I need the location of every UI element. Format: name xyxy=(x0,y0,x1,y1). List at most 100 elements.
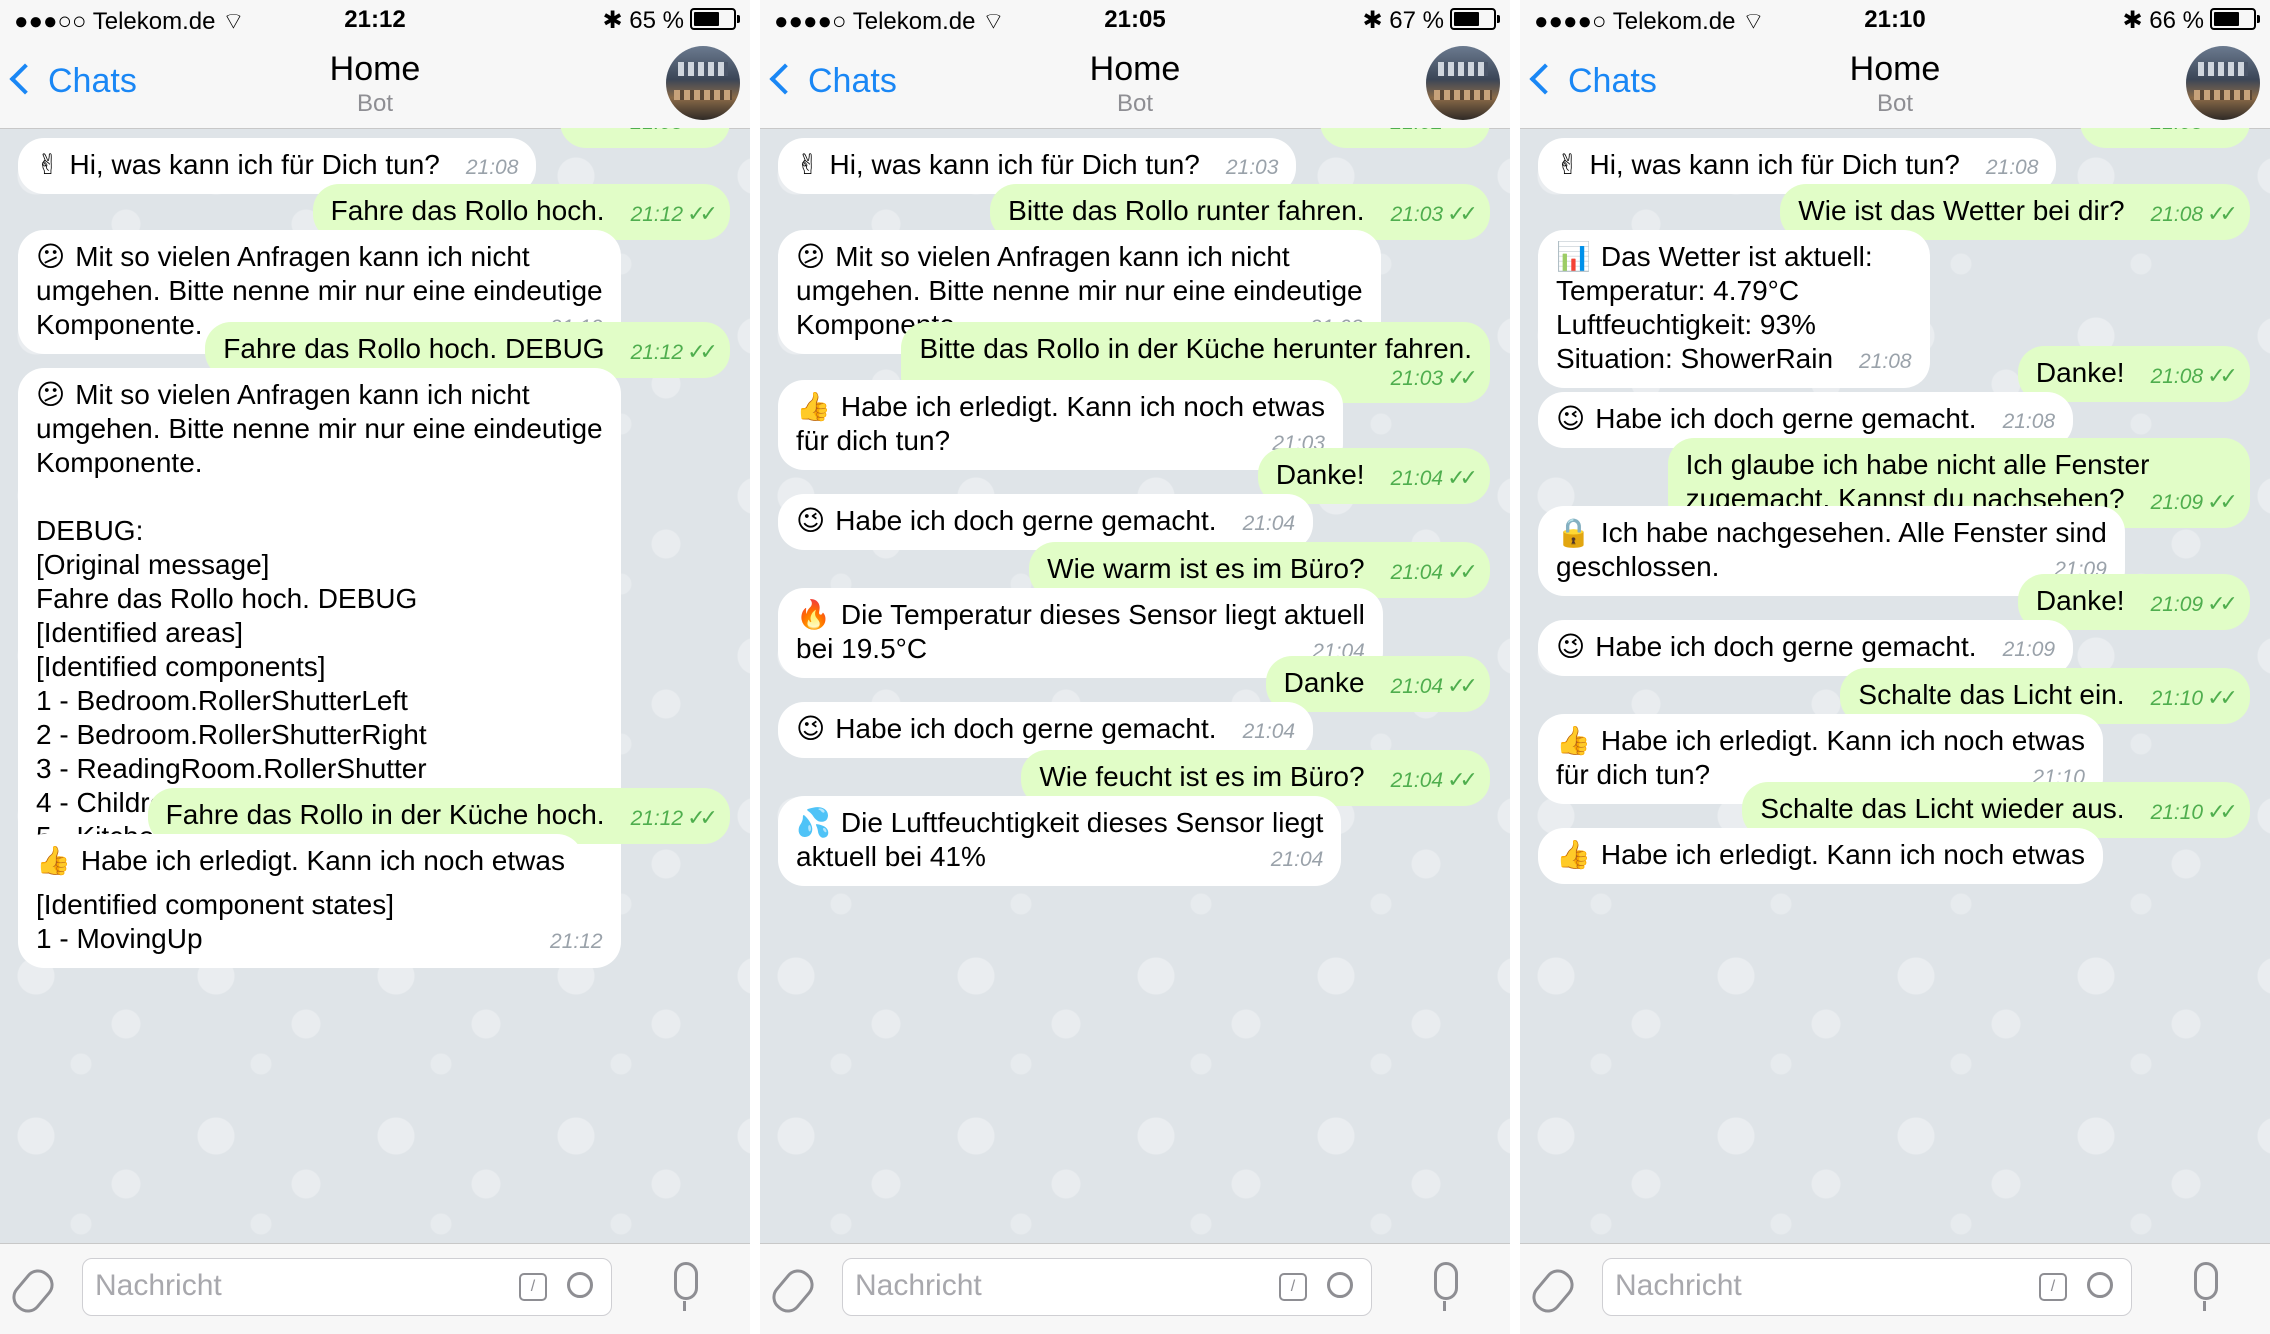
timestamp-text: 21:08 xyxy=(2150,203,2204,226)
attach-paperclip-icon[interactable] xyxy=(766,1263,820,1319)
message-input[interactable]: Nachricht / xyxy=(1602,1258,2132,1316)
message-text: Wie warm ist es im Büro? xyxy=(1047,553,1365,584)
message-timestamp: 21:08 xyxy=(1986,156,2039,180)
bot-avatar[interactable] xyxy=(2186,46,2260,120)
timestamp-text: 21:04 xyxy=(1242,512,1296,535)
chat-screen-3: 21:10 ●●●●○ Telekom.de ⌔ ✱ 66 % Chats Home Bo… xyxy=(1520,0,2270,1334)
message-list[interactable]: Hi21:02✓✓ ✌ Hi, was kann ich für Dich tun?… xyxy=(760,128,1510,1244)
timestamp-text: 21:09 xyxy=(2002,638,2056,661)
sticker-icon[interactable] xyxy=(2087,1272,2113,1298)
timestamp-text: 21:04 xyxy=(1390,561,1444,584)
chat-screen-1: 21:12 ●●●○○ Telekom.de ⌔ ✱ 65 % Chats Home Bo… xyxy=(0,0,750,1334)
message-text: Habe ich doch gerne gemacht. xyxy=(835,505,1217,536)
read-checkmarks-icon: ✓✓ xyxy=(2207,591,2238,616)
message-emoji: 🔒 xyxy=(1556,516,1591,549)
message-timestamp: 21:02✓✓ xyxy=(1391,128,1478,135)
timestamp-text: 21:12 xyxy=(630,341,684,364)
microphone-icon[interactable] xyxy=(1434,1262,1458,1311)
timestamp-text: 21:04 xyxy=(1390,675,1444,698)
message-emoji: ✌ xyxy=(796,148,820,181)
message-timestamp: 21:04 ✓✓ xyxy=(1390,560,1478,585)
attach-paperclip-icon[interactable] xyxy=(1526,1263,1580,1319)
message-timestamp: 21:04 ✓✓ xyxy=(1390,767,1478,793)
battery-icon xyxy=(1450,8,1500,30)
navigation-bar: Chats Home Bot xyxy=(0,40,750,129)
navigation-bar: Chats Home Bot xyxy=(760,40,1510,129)
message-text: Danke xyxy=(1283,667,1365,698)
message-text: Habe ich erledigt. Kann ich noch etwas f… xyxy=(1556,725,2085,790)
read-checkmarks-icon: ✓✓ xyxy=(1447,201,1478,226)
message-timestamp: 21:03 ✓✓ xyxy=(1391,201,1478,227)
message-placeholder: Nachricht xyxy=(855,1269,982,1302)
read-checkmarks-icon: ✓✓ xyxy=(2207,128,2238,134)
message-timestamp: 21:09 ✓✓ xyxy=(2151,490,2238,515)
battery-status: ✱ 66 % xyxy=(2123,6,2260,35)
timestamp-text: 21:08 xyxy=(2151,128,2204,134)
message-timestamp: 21:10 ✓✓ xyxy=(2150,685,2238,711)
message-text: Habe ich erledigt. Kann ich noch etwas f… xyxy=(796,391,1325,456)
message-emoji: 😕 xyxy=(796,240,826,273)
message-text: Danke! xyxy=(2035,585,2125,616)
incoming-message: 📊 Das Wetter ist aktuell: Temperatur: 4.7… xyxy=(1538,230,1930,388)
message-text: Danke! xyxy=(2035,357,2125,388)
message-timestamp: 21:12 ✓✓ xyxy=(631,201,718,227)
message-text: Ich glaube ich habe nicht alle Fenster z… xyxy=(1685,449,2150,514)
microphone-icon[interactable] xyxy=(674,1262,698,1311)
message-emoji: 👍 xyxy=(1556,838,1591,871)
sticker-icon[interactable] xyxy=(1327,1272,1353,1298)
bot-command-icon[interactable]: / xyxy=(1279,1273,1307,1301)
message-text: Schalte das Licht ein. xyxy=(1858,679,2125,710)
message-timestamp: 21:08 xyxy=(1859,350,1912,374)
message-input-bar: Nachricht / xyxy=(760,1243,1510,1334)
incoming-message: 👍 Habe ich erledigt. Kann ich noch etwas … xyxy=(778,380,1343,470)
timestamp-text: 21:08 xyxy=(465,156,519,179)
message-timestamp: 21:08✓✓ xyxy=(2150,201,2238,227)
message-text: Hi, was kann ich für Dich tun? xyxy=(829,149,1200,180)
timestamp-text: 21:02 xyxy=(1391,128,1444,134)
battery-icon xyxy=(690,8,740,30)
message-timestamp: 21:04 xyxy=(1271,848,1324,872)
message-timestamp: 21:08 xyxy=(2003,410,2056,434)
message-input[interactable]: Nachricht / xyxy=(842,1258,1372,1316)
read-checkmarks-icon: ✓✓ xyxy=(1447,767,1478,792)
outgoing-message: Hi 21:02✓✓ xyxy=(1320,128,1490,148)
chat-subtitle: Bot xyxy=(1876,90,1914,117)
bot-avatar[interactable] xyxy=(666,46,740,120)
message-list[interactable]: Hi21:08✓✓✌Hi, was kann ich für Dich tun?… xyxy=(0,128,750,1244)
microphone-icon[interactable] xyxy=(2194,1262,2218,1311)
incoming-message: 👍 Habe ich erledigt. Kann ich noch etwas xyxy=(1538,828,2103,884)
message-text: Schalte das Licht wieder aus. xyxy=(1760,793,2125,824)
read-checkmarks-icon: ✓✓ xyxy=(687,201,718,226)
message-timestamp: 21:03 xyxy=(1226,156,1279,180)
status-bar: 21:05 ●●●●○ Telekom.de ⌔ ✱ 67 % xyxy=(760,0,1510,40)
outgoing-message: Hi 21:08✓✓ xyxy=(2080,128,2250,148)
attach-paperclip-icon[interactable] xyxy=(6,1263,60,1319)
message-text: Habe ich doch gerne gemacht. xyxy=(1595,403,1977,434)
message-input[interactable]: Nachricht / xyxy=(82,1258,612,1316)
read-checkmarks-icon: ✓✓ xyxy=(2207,799,2238,824)
battery-level-fill xyxy=(694,12,719,26)
message-list[interactable]: Hi21:08✓✓✌Hi, was kann ich für Dich tun?… xyxy=(1520,128,2270,1244)
chat-title: Home xyxy=(329,50,421,88)
navigation-bar: Chats Home Bot xyxy=(1520,40,2270,129)
read-checkmarks-icon: ✓✓ xyxy=(1447,365,1478,390)
bot-command-icon[interactable]: / xyxy=(2039,1273,2067,1301)
message-emoji: 🔥 xyxy=(796,598,831,631)
message-input-bar: Nachricht / xyxy=(0,1243,750,1334)
message-input-bar: Nachricht / xyxy=(1520,1243,2270,1334)
message-emoji: 😕 xyxy=(36,378,66,411)
read-checkmarks-icon: ✓✓ xyxy=(2207,685,2238,710)
bot-command-icon[interactable]: / xyxy=(519,1273,547,1301)
message-timestamp: 21:09 ✓✓ xyxy=(2151,591,2238,617)
read-checkmarks-icon: ✓✓ xyxy=(687,805,718,830)
status-bar: 21:10 ●●●●○ Telekom.de ⌔ ✱ 66 % xyxy=(1520,0,2270,40)
message-timestamp: 21:04 ✓✓ xyxy=(1390,674,1478,699)
bot-avatar[interactable] xyxy=(1426,46,1500,120)
timestamp-text: 21:04 xyxy=(1390,769,1444,792)
sticker-icon[interactable] xyxy=(567,1272,593,1298)
read-checkmarks-icon: ✓✓ xyxy=(2207,201,2238,226)
timestamp-text: 21:10 xyxy=(2150,687,2204,710)
message-text: Fahre das Rollo in der Küche hoch. xyxy=(165,799,605,830)
chat-subtitle: Bot xyxy=(356,90,394,117)
read-checkmarks-icon: ✓✓ xyxy=(2207,363,2238,388)
